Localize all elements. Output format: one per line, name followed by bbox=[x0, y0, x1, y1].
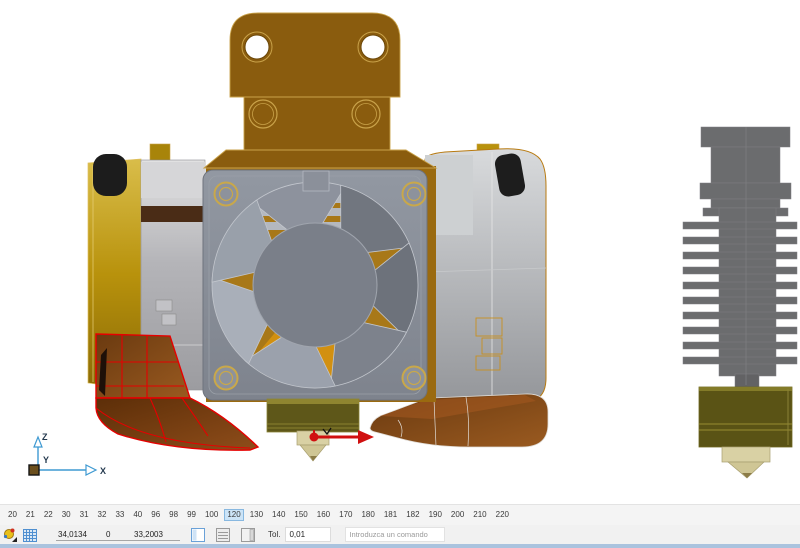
ruler-number[interactable]: 31 bbox=[78, 510, 91, 520]
ruler-number[interactable]: 96 bbox=[149, 510, 162, 520]
hotend-heater-block bbox=[698, 386, 793, 448]
left-gold-tab bbox=[149, 143, 171, 163]
cooling-fan-part[interactable] bbox=[202, 169, 428, 401]
panel-right-icon[interactable] bbox=[240, 527, 256, 543]
ruler-number[interactable]: 200 bbox=[449, 510, 466, 520]
ruler-number[interactable]: 182 bbox=[404, 510, 421, 520]
origin-marker bbox=[28, 464, 40, 476]
left-black-clip bbox=[93, 154, 127, 196]
x-axis-label: X bbox=[100, 466, 106, 476]
ruler-number[interactable]: 98 bbox=[167, 510, 180, 520]
ruler-number[interactable]: 180 bbox=[359, 510, 376, 520]
ruler-number[interactable]: 33 bbox=[113, 510, 126, 520]
fan-hub bbox=[252, 222, 378, 348]
ruler-number[interactable]: 160 bbox=[315, 510, 332, 520]
ruler-numbers: 20 21 22 30 31 32 33 40 96 98 99 100 120 130 140 150 160… bbox=[0, 504, 800, 525]
hotend-nozzle bbox=[721, 446, 771, 479]
ruler-number[interactable]: 170 bbox=[337, 510, 354, 520]
grid-icon[interactable] bbox=[22, 527, 38, 543]
heater-block-part[interactable] bbox=[266, 398, 360, 433]
ruler-number[interactable]: 150 bbox=[292, 510, 309, 520]
right-extruder-part[interactable] bbox=[424, 143, 547, 404]
ruler-number[interactable]: 20 bbox=[6, 510, 19, 520]
bracket-hole-left bbox=[244, 34, 270, 60]
cad-application-window: Z X Y 20 21 22 30 31 32 33 40 96 98 99 100 120 130 140… bbox=[0, 0, 800, 548]
z-axis-label: Z bbox=[42, 432, 48, 442]
ruler-number[interactable]: 181 bbox=[382, 510, 399, 520]
ruler-number[interactable]: 220 bbox=[494, 510, 511, 520]
ruler-number[interactable]: 100 bbox=[203, 510, 220, 520]
coordinate-z-field[interactable] bbox=[132, 528, 180, 541]
bracket-hole-right bbox=[360, 34, 386, 60]
y-axis-label: Y bbox=[43, 455, 49, 465]
coordinate-y-field[interactable] bbox=[104, 528, 132, 541]
ruler-number[interactable]: 210 bbox=[471, 510, 488, 520]
command-input[interactable] bbox=[345, 527, 446, 542]
window-bottom-edge bbox=[0, 544, 800, 548]
panel-left-active-icon[interactable] bbox=[190, 527, 206, 543]
ucs-icon[interactable] bbox=[2, 527, 18, 543]
ruler-number[interactable]: 21 bbox=[24, 510, 37, 520]
z-axis-arrowhead bbox=[33, 435, 43, 448]
ruler-number[interactable]: 120 bbox=[225, 510, 243, 520]
tolerance-label: Tol. bbox=[268, 530, 281, 539]
panel-grid-icon[interactable] bbox=[215, 527, 231, 543]
ruler-number[interactable]: 190 bbox=[427, 510, 444, 520]
ruler-number[interactable]: 40 bbox=[131, 510, 144, 520]
status-toolbar: Tol. bbox=[0, 525, 800, 544]
ruler-number[interactable]: 22 bbox=[42, 510, 55, 520]
ruler-number[interactable]: 99 bbox=[185, 510, 198, 520]
hotend-heatsink-part[interactable] bbox=[682, 126, 798, 479]
ruler-number[interactable]: 140 bbox=[270, 510, 287, 520]
tolerance-field[interactable] bbox=[285, 527, 332, 542]
coordinate-x-field[interactable] bbox=[56, 528, 104, 541]
ruler-number[interactable]: 130 bbox=[248, 510, 265, 520]
ruler-number[interactable]: 32 bbox=[96, 510, 109, 520]
x-axis-arrowhead bbox=[85, 464, 98, 476]
3d-viewport[interactable]: Z X Y bbox=[0, 0, 800, 504]
ruler-number[interactable]: 30 bbox=[60, 510, 73, 520]
axis-triad: Z X Y bbox=[28, 432, 106, 476]
